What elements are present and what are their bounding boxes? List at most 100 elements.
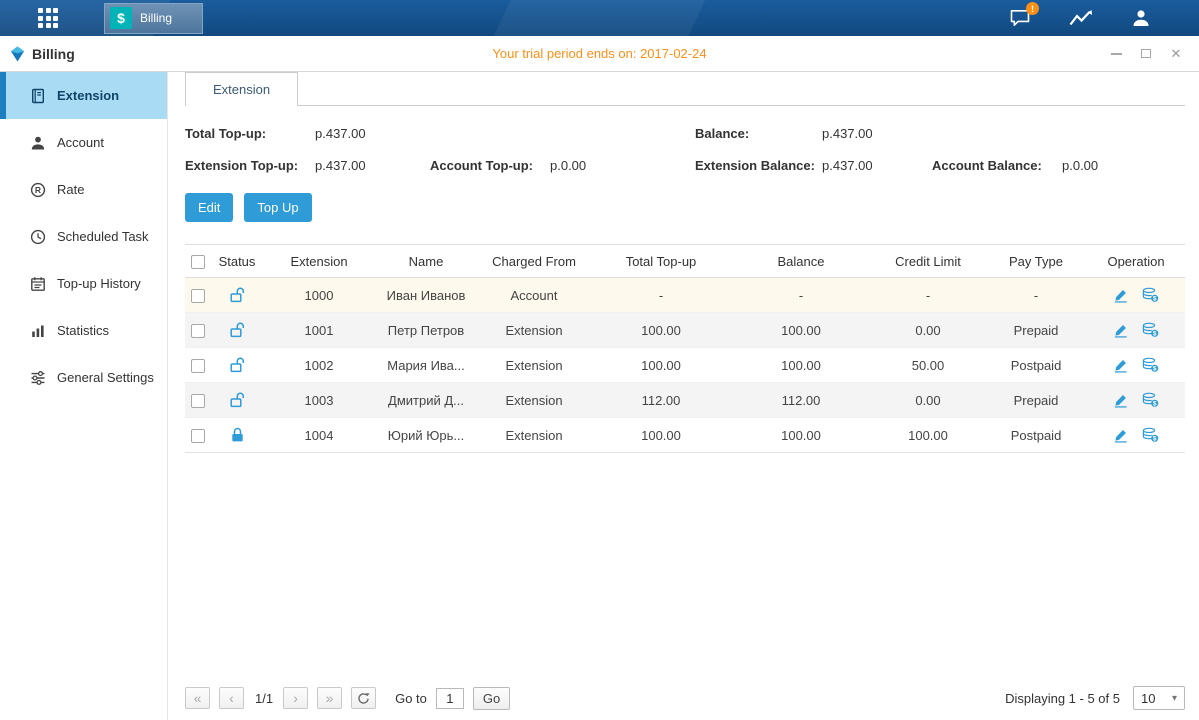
header-charged-from: Charged From bbox=[477, 245, 591, 278]
billing-app-window: $ Billing ! bbox=[0, 0, 1199, 720]
chat-icon[interactable]: ! bbox=[1009, 9, 1031, 27]
sidebar-item-general-settings[interactable]: General Settings bbox=[0, 354, 167, 401]
extension-topup-label: Extension Top-up: bbox=[185, 158, 315, 173]
user-icon[interactable] bbox=[1131, 8, 1151, 28]
sidebar-item-statistics[interactable]: Statistics bbox=[0, 307, 167, 354]
pay-type-cell: Prepaid bbox=[985, 383, 1087, 418]
status-cell bbox=[211, 278, 263, 313]
account-balance-label: Account Balance: bbox=[932, 158, 1062, 173]
credit-limit-cell: 50.00 bbox=[871, 348, 985, 383]
calendar-icon bbox=[30, 276, 46, 292]
header-extension: Extension bbox=[263, 245, 375, 278]
sidebar-item-account[interactable]: Account bbox=[0, 119, 167, 166]
maximize-button[interactable] bbox=[1139, 47, 1153, 61]
titlebar: Your trial period ends on: 2017-02-24 Bi… bbox=[0, 36, 1199, 72]
status-cell bbox=[211, 418, 263, 453]
balance-cell: 100.00 bbox=[731, 348, 871, 383]
balance-cell: 100.00 bbox=[731, 418, 871, 453]
page-size-select[interactable]: 10 ▾ bbox=[1133, 686, 1185, 710]
displaying-text: Displaying 1 - 5 of 5 bbox=[1005, 691, 1120, 706]
unlocked-icon[interactable] bbox=[230, 392, 245, 408]
bar-chart-icon bbox=[30, 323, 46, 339]
edit-icon[interactable] bbox=[1113, 358, 1128, 373]
unlocked-icon[interactable] bbox=[230, 357, 245, 373]
last-page-button[interactable]: » bbox=[317, 687, 342, 709]
total-topup-cell: 100.00 bbox=[591, 348, 731, 383]
balance-value: р.437.00 bbox=[822, 126, 873, 141]
row-checkbox[interactable] bbox=[191, 359, 205, 373]
table-header-row: Status Extension Name Charged From Total… bbox=[185, 245, 1185, 278]
unlocked-icon[interactable] bbox=[230, 322, 245, 338]
pagination-bar: « ‹ 1/1 › » Go to Go Displaying 1 - 5 of… bbox=[185, 676, 1185, 710]
apps-grid-icon[interactable] bbox=[38, 8, 58, 28]
sidebar-item-scheduled-task[interactable]: Scheduled Task bbox=[0, 213, 167, 260]
topbar: $ Billing ! bbox=[0, 0, 1199, 36]
total-topup-cell: 100.00 bbox=[591, 418, 731, 453]
sidebar-item-extension[interactable]: Extension bbox=[0, 72, 167, 119]
close-button[interactable]: ✕ bbox=[1169, 47, 1183, 61]
edit-icon[interactable] bbox=[1113, 393, 1128, 408]
topbar-tab-billing[interactable]: $ Billing bbox=[104, 3, 203, 34]
sidebar: Extension Account R Rate bbox=[0, 72, 168, 720]
operation-cell: $ bbox=[1087, 278, 1185, 313]
extension-topup-value: р.437.00 bbox=[315, 158, 366, 173]
sidebar-item-topup-history[interactable]: Top-up History bbox=[0, 260, 167, 307]
operation-cell: $ bbox=[1087, 418, 1185, 453]
table-row: 1000 Иван Иванов Account - - - - $ bbox=[185, 278, 1185, 313]
sidebar-item-label: Account bbox=[57, 135, 104, 150]
page-size-value: 10 bbox=[1141, 691, 1155, 706]
header-credit-limit: Credit Limit bbox=[871, 245, 985, 278]
billing-app-icon bbox=[10, 46, 25, 62]
sidebar-item-label: Top-up History bbox=[57, 276, 141, 291]
locked-icon[interactable] bbox=[231, 427, 244, 443]
sidebar-item-rate[interactable]: R Rate bbox=[0, 166, 167, 213]
sidebar-item-label: General Settings bbox=[57, 370, 154, 385]
minimize-button[interactable] bbox=[1109, 47, 1123, 61]
extension-cell: 1003 bbox=[263, 383, 375, 418]
next-page-button[interactable]: › bbox=[283, 687, 308, 709]
pay-type-cell: Postpaid bbox=[985, 418, 1087, 453]
topup-icon[interactable]: $ bbox=[1142, 287, 1159, 303]
extension-cell: 1002 bbox=[263, 348, 375, 383]
trial-notice: Your trial period ends on: 2017-02-24 bbox=[0, 46, 1199, 61]
goto-page-input[interactable] bbox=[436, 688, 464, 709]
row-checkbox[interactable] bbox=[191, 394, 205, 408]
operation-cell: $ bbox=[1087, 313, 1185, 348]
extension-cell: 1004 bbox=[263, 418, 375, 453]
extension-cell: 1000 bbox=[263, 278, 375, 313]
total-topup-value: р.437.00 bbox=[315, 126, 366, 141]
credit-limit-cell: 100.00 bbox=[871, 418, 985, 453]
extension-icon bbox=[30, 88, 46, 104]
unlocked-icon[interactable] bbox=[230, 287, 245, 303]
topup-icon[interactable]: $ bbox=[1142, 322, 1159, 338]
edit-button[interactable]: Edit bbox=[185, 193, 233, 222]
topup-icon[interactable]: $ bbox=[1142, 392, 1159, 408]
chart-icon[interactable] bbox=[1069, 9, 1093, 27]
row-checkbox[interactable] bbox=[191, 289, 205, 303]
first-page-button[interactable]: « bbox=[185, 687, 210, 709]
edit-icon[interactable] bbox=[1113, 428, 1128, 443]
row-checkbox[interactable] bbox=[191, 429, 205, 443]
top-up-button[interactable]: Top Up bbox=[244, 193, 311, 222]
edit-icon[interactable] bbox=[1113, 288, 1128, 303]
go-button[interactable]: Go bbox=[473, 687, 510, 710]
total-topup-cell: 112.00 bbox=[591, 383, 731, 418]
row-checkbox[interactable] bbox=[191, 324, 205, 338]
name-cell: Мария Ива... bbox=[375, 348, 477, 383]
refresh-button[interactable] bbox=[351, 687, 376, 709]
topup-icon[interactable]: $ bbox=[1142, 427, 1159, 443]
charged-from-cell: Extension bbox=[477, 313, 591, 348]
svg-text:$: $ bbox=[1153, 401, 1157, 408]
edit-icon[interactable] bbox=[1113, 323, 1128, 338]
select-all-checkbox[interactable] bbox=[191, 255, 205, 269]
sidebar-item-label: Rate bbox=[57, 182, 84, 197]
topup-icon[interactable]: $ bbox=[1142, 357, 1159, 373]
extension-balance-label: Extension Balance: bbox=[695, 158, 822, 173]
svg-text:$: $ bbox=[1153, 296, 1157, 303]
operation-cell: $ bbox=[1087, 383, 1185, 418]
operation-cell: $ bbox=[1087, 348, 1185, 383]
prev-page-button[interactable]: ‹ bbox=[219, 687, 244, 709]
name-cell: Юрий Юрь... bbox=[375, 418, 477, 453]
tab-extension[interactable]: Extension bbox=[185, 72, 298, 106]
pay-type-cell: - bbox=[985, 278, 1087, 313]
